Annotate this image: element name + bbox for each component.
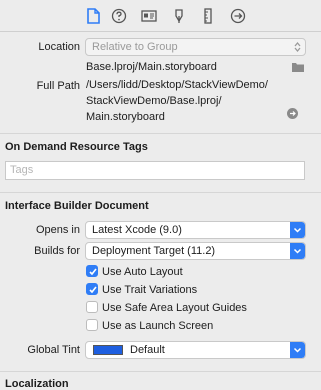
opens-in-label: Opens in bbox=[35, 224, 80, 236]
global-tint-value: Default bbox=[130, 344, 165, 356]
checkbox-checked-icon bbox=[86, 283, 98, 295]
file-inspector-icon[interactable] bbox=[84, 7, 102, 25]
localization-title: Localization bbox=[5, 378, 69, 390]
section-divider bbox=[0, 371, 321, 372]
opens-in-value: Latest Xcode (9.0) bbox=[92, 224, 182, 236]
builds-for-label: Builds for bbox=[34, 245, 80, 257]
on-demand-title: On Demand Resource Tags bbox=[5, 141, 148, 153]
tags-placeholder: Tags bbox=[10, 164, 34, 176]
checkbox-unchecked-icon bbox=[86, 301, 98, 313]
section-divider bbox=[0, 133, 321, 134]
identity-icon[interactable] bbox=[140, 7, 158, 25]
ib-document-title: Interface Builder Document bbox=[5, 200, 149, 212]
location-filename: Base.lproj/Main.storyboard bbox=[86, 61, 217, 73]
chevron-down-icon bbox=[290, 222, 305, 238]
reveal-arrow-icon[interactable] bbox=[287, 108, 298, 119]
builds-for-select[interactable]: Deployment Target (11.2) bbox=[85, 242, 306, 260]
checkbox-unchecked-icon bbox=[86, 319, 98, 331]
opens-in-select[interactable]: Latest Xcode (9.0) bbox=[85, 221, 306, 239]
full-path-value: /Users/lidd/Desktop/StackViewDemo/ Stack… bbox=[86, 77, 268, 125]
checkbox-label: Use Safe Area Layout Guides bbox=[102, 302, 247, 314]
location-value: Relative to Group bbox=[92, 41, 178, 53]
select-arrows-icon bbox=[290, 39, 305, 55]
quick-help-icon[interactable] bbox=[110, 7, 128, 25]
checkbox-label: Use Auto Layout bbox=[102, 266, 183, 278]
section-divider bbox=[0, 192, 321, 193]
chevron-down-icon bbox=[290, 342, 305, 358]
location-label: Location bbox=[38, 41, 80, 53]
global-tint-label: Global Tint bbox=[27, 344, 80, 356]
chevron-down-icon bbox=[290, 243, 305, 259]
size-icon[interactable] bbox=[199, 7, 217, 25]
checkbox-label: Use as Launch Screen bbox=[102, 320, 214, 332]
full-path-label: Full Path bbox=[36, 80, 80, 92]
checkbox-label: Use Trait Variations bbox=[102, 284, 198, 296]
tint-color-swatch bbox=[93, 345, 123, 355]
full-path-line: Main.storyboard bbox=[86, 111, 165, 123]
builds-for-value: Deployment Target (11.2) bbox=[92, 245, 216, 257]
attributes-icon[interactable] bbox=[170, 7, 188, 25]
connections-icon[interactable] bbox=[229, 7, 247, 25]
folder-icon[interactable] bbox=[292, 62, 304, 72]
full-path-line: StackViewDemo/Base.lproj/ bbox=[86, 95, 222, 107]
full-path-line: /Users/lidd/Desktop/StackViewDemo/ bbox=[86, 79, 268, 91]
location-select[interactable]: Relative to Group bbox=[85, 38, 306, 56]
checkbox-checked-icon bbox=[86, 265, 98, 277]
tags-field[interactable]: Tags bbox=[5, 161, 305, 180]
toolbar-divider bbox=[0, 31, 321, 32]
global-tint-select[interactable]: Default bbox=[85, 341, 306, 359]
inspector-toolbar bbox=[0, 0, 321, 32]
